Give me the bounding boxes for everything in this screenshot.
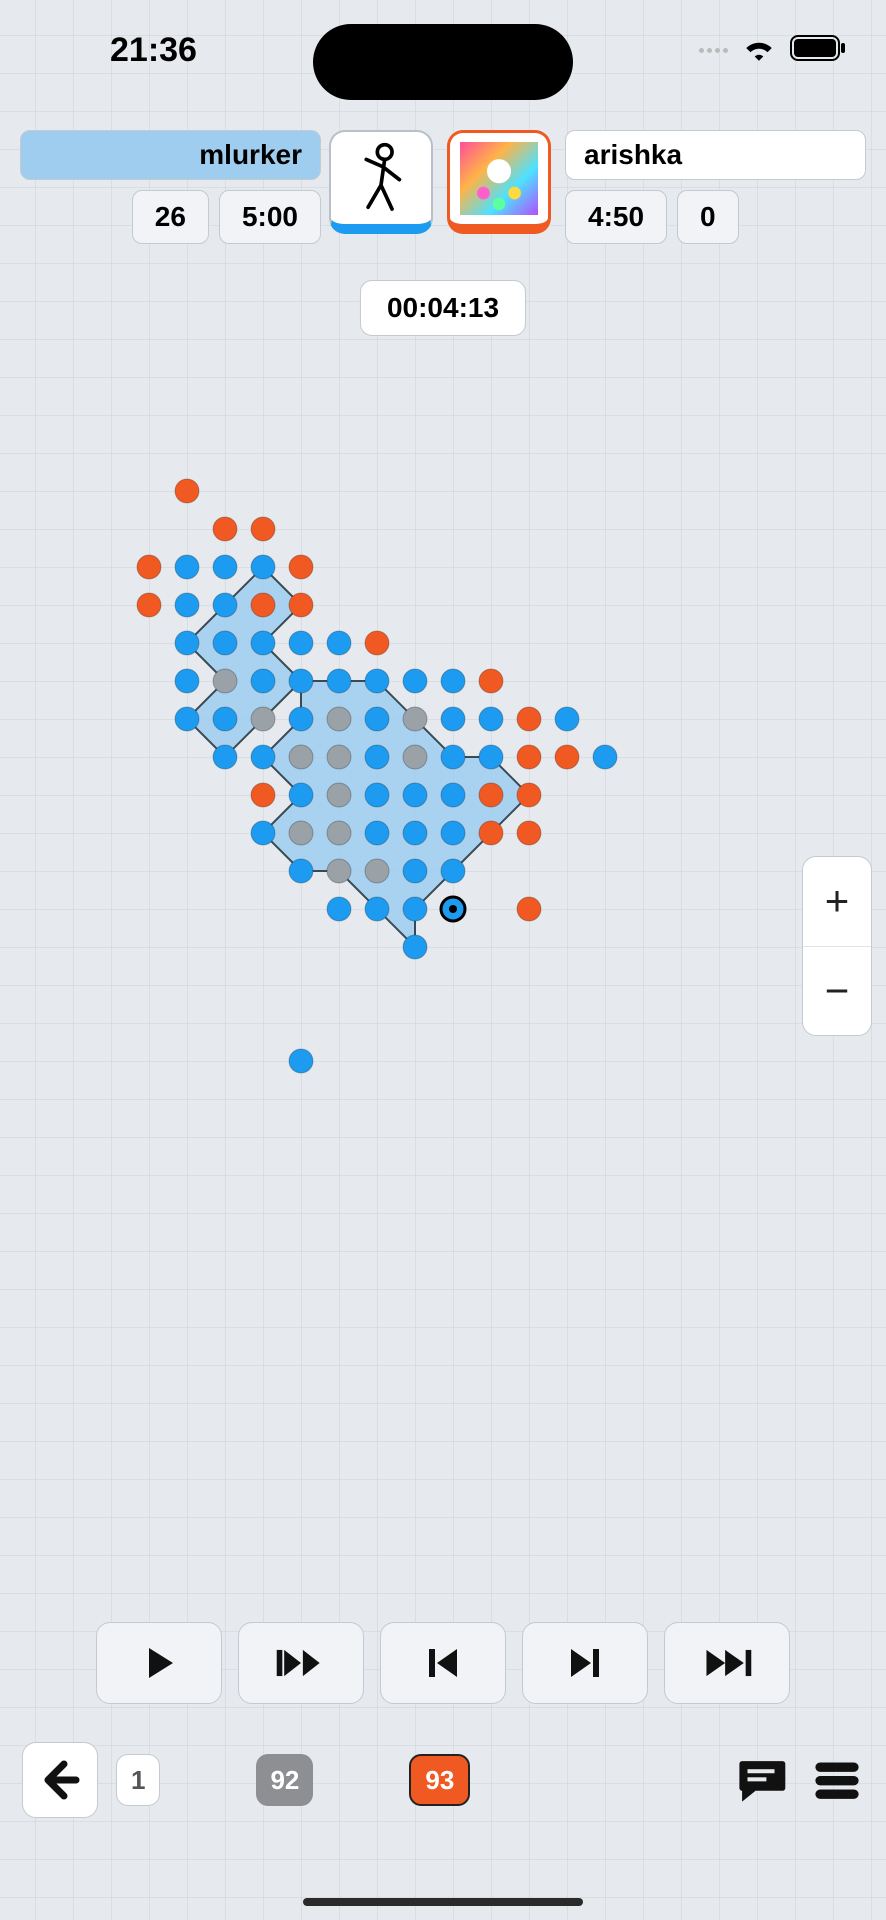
dot-orange[interactable] [289, 555, 313, 579]
dot-orange[interactable] [289, 593, 313, 617]
dot-blue[interactable] [251, 631, 275, 655]
dot-blue[interactable] [441, 783, 465, 807]
dot-blue[interactable] [441, 745, 465, 769]
dot-blue[interactable] [175, 631, 199, 655]
dot-blue[interactable] [289, 859, 313, 883]
dot-orange[interactable] [479, 669, 503, 693]
playback-controls [96, 1622, 790, 1704]
dot-blue[interactable] [251, 745, 275, 769]
dot-blue[interactable] [365, 783, 389, 807]
dot-blue[interactable] [213, 707, 237, 731]
dot-blue[interactable] [365, 821, 389, 845]
dot-blue[interactable] [289, 783, 313, 807]
chat-button[interactable] [734, 1753, 788, 1807]
dot-blue[interactable] [175, 707, 199, 731]
dot-orange[interactable] [251, 517, 275, 541]
dot-blue[interactable] [441, 859, 465, 883]
dot-blue[interactable] [403, 821, 427, 845]
dot-orange[interactable] [555, 745, 579, 769]
dot-blue[interactable] [289, 707, 313, 731]
dot-blue[interactable] [365, 745, 389, 769]
dot-blue[interactable] [479, 745, 503, 769]
dot-blue[interactable] [175, 555, 199, 579]
skip-end-button[interactable] [664, 1622, 790, 1704]
territory [187, 567, 301, 757]
dot-blue[interactable] [403, 897, 427, 921]
dot-orange[interactable] [517, 745, 541, 769]
dot-blue[interactable] [251, 669, 275, 693]
dot-blue[interactable] [479, 707, 503, 731]
dot-orange[interactable] [213, 517, 237, 541]
dot-blue[interactable] [213, 593, 237, 617]
dot-grey[interactable] [327, 783, 351, 807]
dot-blue[interactable] [403, 859, 427, 883]
move-chip-first[interactable]: 1 [116, 1754, 160, 1806]
dot-orange[interactable] [137, 555, 161, 579]
home-indicator [303, 1898, 583, 1906]
dot-orange[interactable] [365, 631, 389, 655]
bottom-bar: 1 92 93 [22, 1740, 864, 1820]
dot-grey[interactable] [403, 707, 427, 731]
dot-blue[interactable] [213, 745, 237, 769]
dot-blue[interactable] [213, 555, 237, 579]
dot-blue[interactable] [555, 707, 579, 731]
dot-grey[interactable] [213, 669, 237, 693]
dot-grey[interactable] [403, 745, 427, 769]
dot-blue[interactable] [403, 783, 427, 807]
play-button[interactable] [96, 1622, 222, 1704]
dot-blue[interactable] [327, 669, 351, 693]
dot-grey[interactable] [289, 821, 313, 845]
dot-blue[interactable] [251, 821, 275, 845]
dot-blue[interactable] [327, 897, 351, 921]
dot-orange[interactable] [517, 707, 541, 731]
move-chip-current[interactable]: 93 [409, 1754, 470, 1806]
menu-button[interactable] [810, 1753, 864, 1807]
dot-grey[interactable] [251, 707, 275, 731]
dot-orange[interactable] [517, 821, 541, 845]
step-forward-button[interactable] [522, 1622, 648, 1704]
dot-blue[interactable] [289, 631, 313, 655]
dot-orange[interactable] [137, 593, 161, 617]
dot-orange[interactable] [517, 897, 541, 921]
dot-blue[interactable] [175, 593, 199, 617]
dot-grey[interactable] [327, 707, 351, 731]
dot-blue[interactable] [251, 555, 275, 579]
dot-blue[interactable] [365, 707, 389, 731]
dot-blue[interactable] [175, 669, 199, 693]
dot-orange[interactable] [175, 479, 199, 503]
dot-blue[interactable] [403, 669, 427, 693]
step-back-button[interactable] [380, 1622, 506, 1704]
dot-orange[interactable] [251, 593, 275, 617]
skip-start-button[interactable] [238, 1622, 364, 1704]
dot-grey[interactable] [327, 859, 351, 883]
dot-grey[interactable] [289, 745, 313, 769]
zoom-in-button[interactable]: + [803, 857, 871, 946]
dot-blue[interactable] [365, 669, 389, 693]
dot-blue[interactable] [289, 669, 313, 693]
dot-blue[interactable] [441, 821, 465, 845]
dot-orange[interactable] [479, 821, 503, 845]
dot-grey[interactable] [327, 745, 351, 769]
move-chip-prev[interactable]: 92 [256, 1754, 313, 1806]
dot-orange[interactable] [479, 783, 503, 807]
dot-blue[interactable] [403, 935, 427, 959]
zoom-out-button[interactable]: − [803, 946, 871, 1036]
back-button[interactable] [22, 1742, 98, 1818]
dot-grey[interactable] [365, 859, 389, 883]
zoom-controls: + − [802, 856, 872, 1036]
dot-orange[interactable] [251, 783, 275, 807]
dot-blue[interactable] [365, 897, 389, 921]
dot-blue[interactable] [441, 669, 465, 693]
dot-blue[interactable] [289, 1049, 313, 1073]
dot-blue[interactable] [441, 707, 465, 731]
dot-blue[interactable] [213, 631, 237, 655]
dot-blue[interactable] [593, 745, 617, 769]
dot-orange[interactable] [517, 783, 541, 807]
dot-grey[interactable] [327, 821, 351, 845]
dot-blue[interactable] [327, 631, 351, 655]
